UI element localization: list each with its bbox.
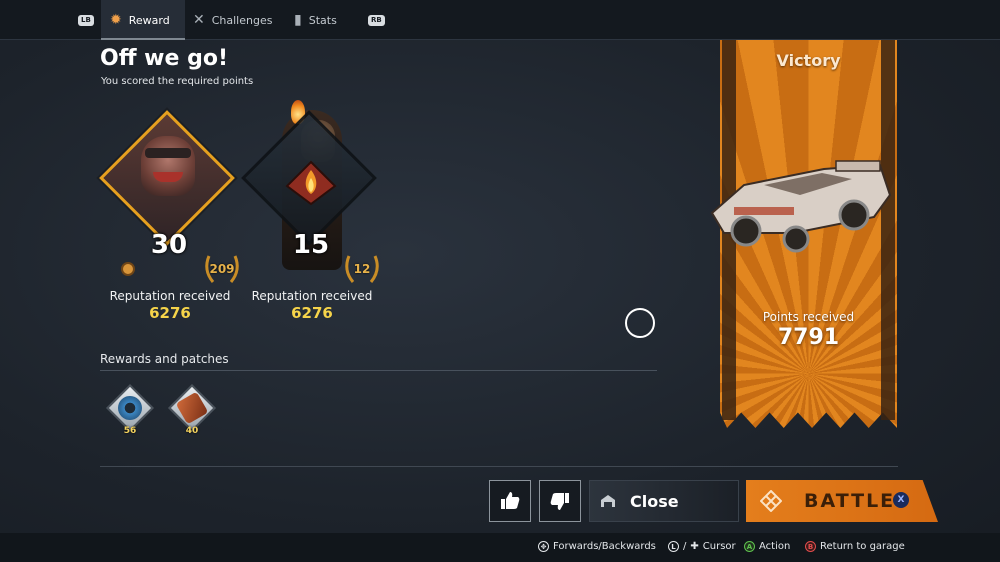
reward-count: 40	[185, 426, 199, 436]
close-label: Close	[630, 491, 679, 511]
page-subtitle: You scored the required points	[101, 76, 254, 87]
tab-stats[interactable]: ▮ Stats	[294, 0, 337, 40]
hint-cursor: L / ✚ Cursor	[668, 541, 736, 552]
left-stick-icon: L	[668, 541, 679, 552]
points-label: Points received	[762, 310, 855, 324]
reward-count: 56	[123, 426, 137, 436]
laurel-wreath-icon: 12	[341, 252, 383, 286]
crossed-swords-icon: ✕	[193, 12, 205, 28]
a-button-icon: A	[744, 541, 755, 552]
bottom-divider	[100, 466, 898, 467]
hint-label: Action	[759, 541, 791, 552]
dpad-icon: ✥	[538, 541, 549, 552]
rep-label-1: Reputation received	[109, 289, 231, 303]
rewards-divider	[100, 370, 657, 371]
mask-band	[145, 148, 191, 158]
vehicle-image	[710, 160, 892, 253]
stats-bars-icon: ▮	[294, 12, 302, 28]
medal-icon	[121, 262, 135, 276]
battle-button[interactable]: BATTLE	[746, 480, 938, 522]
rep-label-2: Reputation received	[251, 289, 373, 303]
faction-portrait-icon	[141, 136, 195, 196]
battle-label: BATTLE	[804, 490, 896, 512]
hint-forwards-backwards: ✥ Forwards/Backwards	[538, 541, 656, 552]
b-button-icon: B	[805, 541, 816, 552]
faction-badge-1[interactable]: 30 209	[95, 110, 245, 300]
hint-label: Cursor	[702, 541, 736, 552]
tab-challenges-label: Challenges	[211, 13, 273, 27]
thumbs-up-icon	[501, 492, 520, 509]
lb-bumper-hint[interactable]: LB	[78, 0, 94, 40]
reward-item-patch[interactable]: 40	[162, 382, 222, 440]
x-button-icon: X	[893, 492, 909, 508]
garage-icon	[601, 495, 615, 507]
hint-sep: /	[683, 541, 687, 552]
rep-value-2: 6276	[291, 304, 333, 322]
laurel-value: 12	[353, 262, 371, 276]
thumbs-down-button[interactable]	[539, 480, 581, 522]
hint-action: A Action	[744, 541, 790, 552]
hint-return-to-garage: B Return to garage	[805, 541, 905, 552]
close-button[interactable]: Close	[589, 480, 739, 522]
thumbs-up-button[interactable]	[489, 480, 531, 522]
rb-key-icon: RB	[368, 14, 385, 26]
tab-challenges[interactable]: ✕ Challenges	[193, 0, 272, 40]
tab-reward[interactable]: ✹ Reward	[101, 0, 185, 40]
thumbs-down-icon	[550, 493, 569, 510]
rewards-section-title: Rewards and patches	[100, 352, 229, 366]
points-value: 7791	[777, 325, 840, 350]
badge-level: 30	[150, 230, 188, 260]
laurel-value: 209	[209, 262, 235, 276]
hint-label: Forwards/Backwards	[553, 541, 656, 552]
hint-label: Return to garage	[820, 541, 905, 552]
flame-emblem-icon	[285, 160, 337, 206]
reward-item-tire[interactable]: 56	[100, 382, 160, 440]
faction-badge-2[interactable]: 15 12	[237, 100, 387, 300]
victory-title: Victory	[776, 51, 841, 70]
page-title: Off we go!	[100, 46, 228, 71]
tab-stats-label: Stats	[308, 13, 337, 27]
dpad-icon: ✚	[690, 541, 699, 552]
reward-medal-icon: ✹	[110, 12, 122, 28]
badge-level: 15	[292, 230, 330, 260]
tab-reward-label: Reward	[128, 13, 170, 27]
rb-bumper-hint[interactable]: RB	[368, 0, 385, 40]
lb-key-icon: LB	[78, 14, 94, 26]
rep-value-1: 6276	[149, 304, 191, 322]
cursor-ring	[625, 308, 655, 338]
battle-emblem-icon	[760, 490, 782, 512]
tire-icon	[118, 396, 142, 420]
top-tab-bar: LB ✹ Reward ✕ Challenges ▮ Stats RB	[0, 0, 1000, 40]
